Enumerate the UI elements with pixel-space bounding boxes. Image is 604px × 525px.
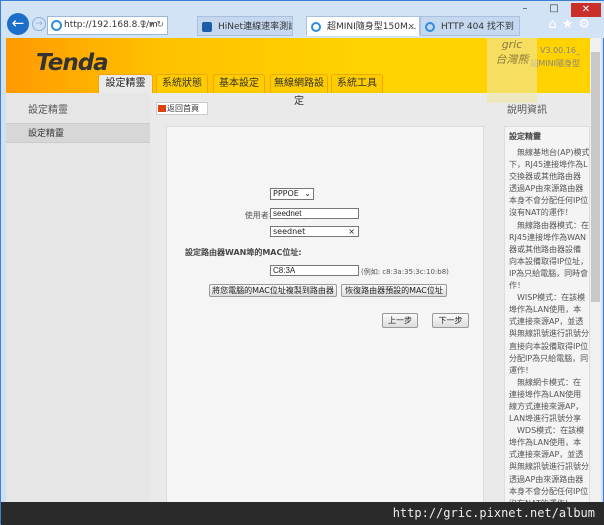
chevron-down-icon: ⌄	[304, 189, 311, 198]
conn-type-select[interactable]: PPPOE ⌄	[270, 188, 314, 200]
help-line: 下，RJ45連接埠作為L	[509, 160, 588, 170]
tab-label: HiNet連線速率測試	[218, 22, 293, 32]
help-line: 式連接來源AP，並透	[509, 317, 584, 327]
ie-icon	[425, 22, 435, 32]
tenda-logo: Tenda	[36, 50, 109, 76]
nav-status[interactable]: 系統狀態	[156, 74, 208, 93]
clone-mac-button[interactable]: 將您電腦的MAC位址複製到路由器	[209, 284, 337, 297]
ie-icon	[51, 20, 62, 31]
tab-label: HTTP 404 找不到	[441, 22, 514, 32]
help-heading: 設定精靈	[509, 132, 541, 141]
help-line: WDS模式：在該模	[509, 426, 585, 436]
close-window-button[interactable]: ✕	[571, 3, 601, 17]
help-line: 與無線訊號進行訊號分	[509, 462, 589, 472]
help-line: 埠作為LAN使用，本	[509, 438, 582, 448]
help-line: 與無線訊號進行訊號分	[509, 329, 589, 339]
favorites-icon[interactable]: ★	[562, 17, 579, 32]
vertical-scrollbar[interactable]	[590, 38, 601, 502]
nav-tools[interactable]: 系統工具	[331, 74, 383, 93]
home-button[interactable]: 返回首頁	[156, 102, 208, 115]
help-line: 透過AP由來源路由器	[509, 474, 584, 484]
password-input[interactable]: seednet ×	[270, 226, 359, 237]
nav-wizard[interactable]: 設定精靈	[98, 74, 153, 93]
help-line: 式連接來源AP，並透	[509, 450, 584, 460]
mac-example: (例如: c8:3a:35:3c:10:b8)	[361, 268, 449, 276]
close-tab-icon[interactable]: ×	[407, 17, 415, 35]
next-button[interactable]: 下一步	[432, 313, 469, 328]
help-line: LAN埠進行訊號分享	[509, 414, 582, 424]
address-bar[interactable]: http://192.168.8.1/m ⚲ ▾ ↻	[47, 16, 168, 35]
wizard-form: 連線方式 PPPOE⌄ 使用者名稱(帳號) 密碼 seednet× 設定路由器W…	[166, 126, 484, 502]
minimize-button[interactable]: –	[513, 3, 537, 17]
ie-icon	[311, 22, 321, 32]
help-line: 交換器或其他路由器	[509, 172, 581, 182]
back-button[interactable]: ←	[7, 13, 29, 35]
version: V3.00.16_	[539, 46, 580, 55]
help-line: 分配IP為只給電腦，同	[509, 353, 589, 363]
help-line: 本身不會分配任何IP位	[509, 196, 589, 206]
help-line: 無線路由器模式：在	[509, 220, 589, 230]
help-line: 本身不會分配任何IP位	[509, 486, 589, 496]
mac-section-title: 設定路由器WAN埠的MAC位址:	[185, 248, 302, 257]
tab-router[interactable]: 超MINI隨身型150M... ×	[306, 16, 420, 36]
restore-mac-button[interactable]: 恢復路由器預設的MAC位址	[341, 284, 447, 297]
gear-icon[interactable]: ⚙	[578, 17, 595, 32]
browser-window: – □ ✕ ← → http://192.168.8.1/m ⚲ ▾ ↻ HiNe…	[0, 0, 604, 525]
help-line: IP為只給電腦，同時會	[509, 268, 589, 278]
help-line: 作！	[509, 281, 525, 291]
help-box: 設定精靈 無線基地台(AP)模式 下，RJ45連接埠作為L 交換器或其他路由器 透過A…	[504, 126, 590, 502]
watermark-logo: gric 台灣熊	[487, 38, 537, 103]
help-line: 器或其他路由器設備	[509, 244, 581, 254]
maximize-button[interactable]: □	[541, 3, 567, 17]
help-line: 連接埠作為LAN使用	[509, 389, 582, 399]
model: 超MINI隨身型	[530, 59, 580, 68]
help-line: 沒有NAT的運作！	[509, 208, 573, 218]
sidebar-item-wizard[interactable]: 設定精靈	[6, 123, 150, 143]
help-line: 直接向本設備取得IP位	[509, 341, 589, 351]
help-line: 無線網卡模式：在	[509, 377, 581, 387]
help-line: WISP模式：在該模	[509, 293, 586, 303]
sidebar-title: 設定精靈	[28, 105, 68, 116]
help-line: 透過AP由來源路由器	[509, 184, 584, 194]
hinet-icon	[202, 22, 212, 32]
tab-label: 超MINI隨身型150M...	[327, 22, 417, 32]
version-info: V3.00.16_ 超MINI隨身型	[530, 44, 580, 70]
help-line: RJ45連接埠作為WAN	[509, 232, 587, 242]
title-bar: – □ ✕ ← → http://192.168.8.1/m ⚲ ▾ ↻ HiNe…	[1, 1, 604, 38]
scrollbar-thumb[interactable]	[591, 52, 600, 302]
tab-hinet[interactable]: HiNet連線速率測試	[197, 16, 293, 36]
help-line: 向本設備取得IP位址，	[509, 256, 589, 266]
help-panel: 說明資訊 設定精靈 無線基地台(AP)模式 下，RJ45連接埠作為L 交換器或其他路…	[501, 93, 590, 502]
home-icon[interactable]: ⌂	[548, 17, 561, 32]
username-input[interactable]	[270, 208, 359, 219]
nav-wireless[interactable]: 無線網路設定	[270, 74, 328, 107]
arrow-icon	[158, 105, 166, 112]
watermark-url: http://gric.pixnet.net/album	[1, 502, 604, 525]
help-line: 埠作為LAN使用，本	[509, 305, 582, 315]
router-page: Tenda V3.00.16_ 超MINI隨身型 設定精靈 系統狀態 基本設定 無…	[6, 38, 590, 502]
prev-button[interactable]: 上一步	[382, 313, 418, 328]
help-line: 無線基地台(AP)模式	[509, 148, 590, 157]
conn-value: PPPOE	[273, 189, 299, 198]
toolbar-icons[interactable]: ⌂★⚙	[548, 17, 595, 32]
sidebar: 設定精靈 設定精靈	[6, 93, 150, 502]
search-refresh-icons[interactable]: ⚲ ▾ ↻	[140, 17, 164, 34]
home-label: 返回首頁	[167, 104, 199, 113]
help-line: 線方式連接來源AP，	[509, 401, 584, 411]
mac-input[interactable]	[270, 265, 359, 276]
forward-button[interactable]: →	[32, 17, 46, 31]
clear-icon[interactable]: ×	[348, 227, 355, 236]
nav-basic[interactable]: 基本設定	[213, 74, 265, 93]
password-value: seednet	[273, 227, 306, 236]
help-line: 運作！	[509, 365, 533, 375]
tab-404[interactable]: HTTP 404 找不到	[420, 16, 520, 36]
